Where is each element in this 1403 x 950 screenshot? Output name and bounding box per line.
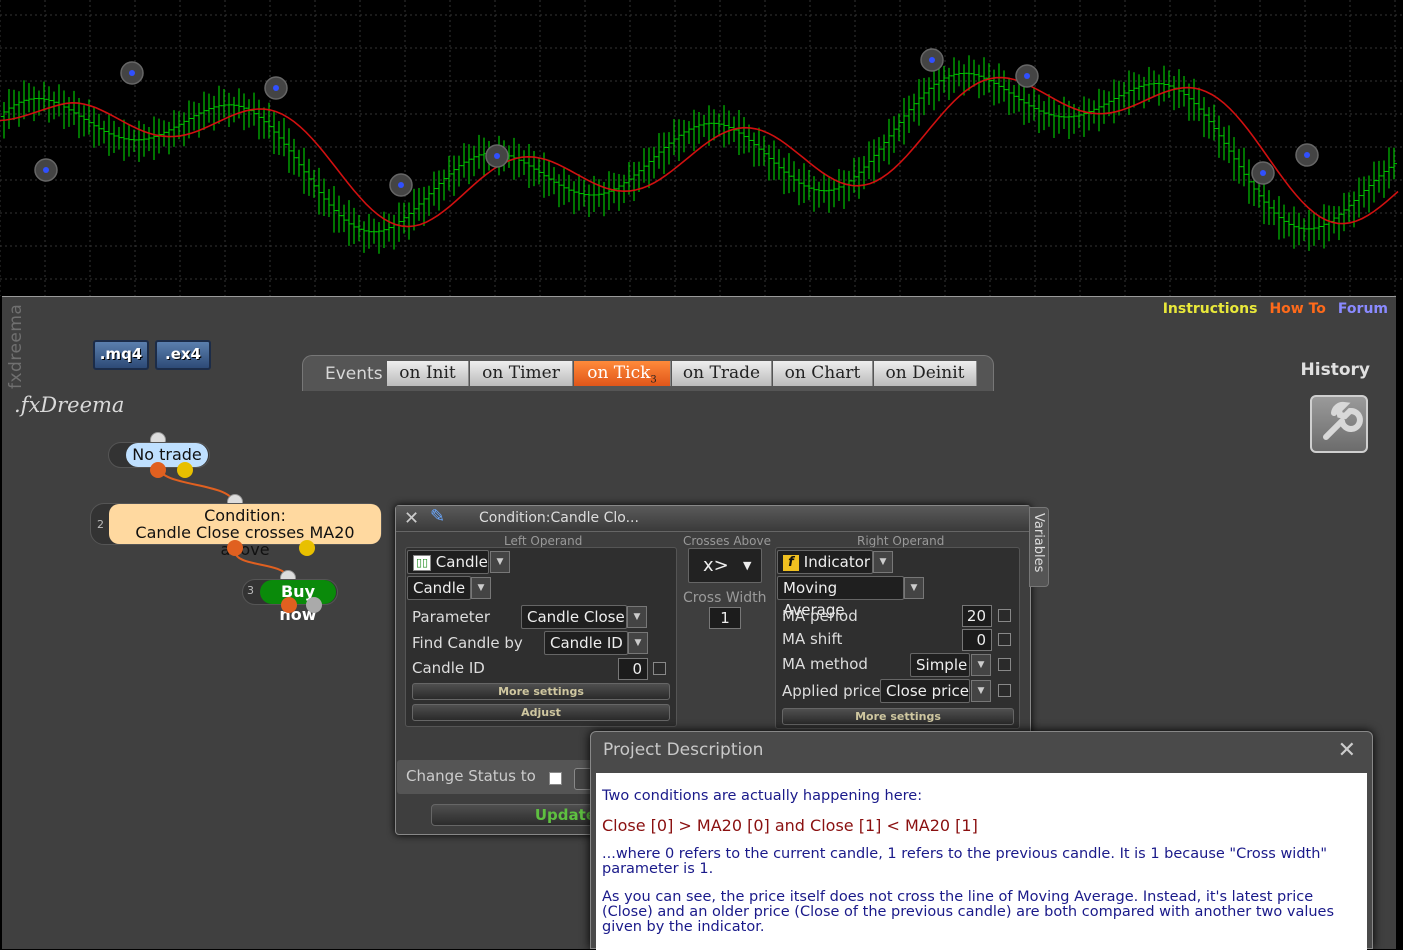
ma-period-input[interactable]: 20 bbox=[962, 605, 992, 627]
block-number: 2 bbox=[97, 518, 104, 531]
right-type-select[interactable]: f Indicator bbox=[777, 550, 873, 574]
output-connector-orange[interactable] bbox=[150, 462, 166, 478]
wrench-icon[interactable] bbox=[1310, 395, 1368, 453]
description-para-3: As you can see, the price itself does no… bbox=[602, 889, 1335, 935]
project-body: Two conditions are actually happening he… bbox=[596, 773, 1367, 950]
tab-on-deinit[interactable]: on Deinit bbox=[874, 361, 977, 386]
ma-method-label: MA method bbox=[782, 655, 868, 673]
left-subtype-select[interactable]: Candle bbox=[407, 576, 471, 600]
description-formula: Close [0] > MA20 [0] and Close [1] < MA2… bbox=[602, 816, 978, 835]
change-status-checkbox[interactable] bbox=[549, 772, 562, 785]
chevron-down-icon[interactable]: ▼ bbox=[628, 632, 648, 654]
block-number: 3 bbox=[247, 584, 254, 597]
howto-link[interactable]: How To bbox=[1269, 301, 1325, 317]
adjust-button[interactable]: Adjust bbox=[412, 704, 670, 721]
tab-badge: 3 bbox=[650, 374, 657, 386]
left-more-settings-button[interactable]: More settings bbox=[412, 683, 670, 700]
chevron-down-icon: ▼ bbox=[743, 559, 752, 572]
candle-id-checkbox[interactable] bbox=[653, 662, 666, 675]
tab-on-timer[interactable]: on Timer bbox=[470, 361, 573, 386]
applied-price-select[interactable]: Close price bbox=[880, 679, 970, 703]
chevron-down-icon[interactable]: ▼ bbox=[627, 606, 647, 628]
chevron-down-icon[interactable]: ▼ bbox=[904, 577, 924, 599]
cross-width-label: Cross Width bbox=[683, 590, 767, 606]
output-connector-orange[interactable] bbox=[281, 597, 297, 613]
cross-width-input[interactable]: 1 bbox=[709, 607, 741, 629]
history-label[interactable]: History bbox=[1301, 360, 1370, 380]
right-operand-panel: f Indicator ▼ Moving Average ▼ MA period… bbox=[775, 547, 1020, 729]
chevron-down-icon[interactable]: ▼ bbox=[490, 551, 510, 573]
close-icon[interactable]: ✕ bbox=[404, 508, 419, 529]
chevron-down-icon[interactable]: ▼ bbox=[873, 551, 893, 573]
block-no-trade[interactable]: No trade bbox=[126, 443, 208, 467]
tab-on-chart[interactable]: on Chart bbox=[773, 361, 873, 386]
change-status-bar: Change Status to bbox=[397, 760, 597, 794]
block-condition[interactable]: Condition: Candle Close crosses MA20 abo… bbox=[109, 504, 381, 558]
chart-canvas bbox=[0, 0, 1403, 296]
update-button[interactable]: Update bbox=[431, 804, 601, 826]
variables-tab[interactable]: Variables bbox=[1029, 507, 1049, 587]
left-operand-header: Left Operand bbox=[504, 534, 583, 548]
output-connector-yellow[interactable] bbox=[299, 540, 315, 556]
chevron-down-icon[interactable]: ▼ bbox=[471, 577, 491, 599]
project-title: Project Description bbox=[603, 740, 764, 760]
project-description-panel: Project Description ✕ Two conditions are… bbox=[590, 731, 1373, 950]
right-edge bbox=[1396, 296, 1403, 949]
ma-period-checkbox[interactable] bbox=[998, 609, 1011, 622]
left-type-select[interactable]: ▯▯ Candle bbox=[407, 550, 489, 574]
top-links: Instructions How To Forum bbox=[1163, 301, 1388, 317]
description-para-1: Two conditions are actually happening he… bbox=[602, 788, 923, 804]
chevron-down-icon[interactable]: ▼ bbox=[971, 680, 991, 702]
connector-lines bbox=[157, 466, 289, 578]
output-connector-orange[interactable] bbox=[227, 540, 243, 556]
parameter-select[interactable]: Candle Close bbox=[521, 605, 627, 629]
output-connector-gray[interactable] bbox=[306, 597, 322, 613]
dialog-title: Condition:Candle Clo... bbox=[479, 510, 639, 526]
candle-id-input[interactable]: 0 bbox=[618, 658, 648, 680]
instructions-link[interactable]: Instructions bbox=[1163, 301, 1258, 317]
change-status-label: Change Status to bbox=[406, 767, 536, 785]
left-operand-panel: ▯▯ Candle ▼ Candle ▼ Parameter Candle Cl… bbox=[405, 547, 677, 727]
applied-price-checkbox[interactable] bbox=[998, 684, 1011, 697]
find-candle-label: Find Candle by bbox=[412, 634, 523, 652]
close-icon[interactable]: ✕ bbox=[1338, 738, 1356, 763]
operator-select[interactable]: x> ▼ bbox=[688, 548, 762, 583]
ma-shift-input[interactable]: 0 bbox=[962, 629, 992, 651]
forum-link[interactable]: Forum bbox=[1338, 301, 1388, 317]
candle-icon: ▯▯ bbox=[413, 554, 431, 571]
right-more-settings-button[interactable]: More settings bbox=[782, 708, 1014, 725]
price-chart bbox=[0, 0, 1403, 296]
operator-header: Crosses Above bbox=[683, 534, 771, 548]
condition-text: Candle Close crosses MA20 above bbox=[135, 523, 355, 559]
right-operand-header: Right Operand bbox=[857, 534, 945, 548]
right-subtype-select[interactable]: Moving Average bbox=[777, 576, 904, 619]
ma-method-checkbox[interactable] bbox=[998, 658, 1011, 671]
applied-price-label: Applied price bbox=[782, 682, 881, 700]
find-candle-select[interactable]: Candle ID bbox=[544, 631, 628, 655]
dialog-titlebar: ✕ ✎ Condition:Candle Clo... bbox=[396, 506, 1030, 532]
parameter-label: Parameter bbox=[412, 608, 491, 626]
ma-shift-checkbox[interactable] bbox=[998, 633, 1011, 646]
ma-shift-label: MA shift bbox=[782, 630, 843, 648]
chevron-down-icon[interactable]: ▼ bbox=[971, 654, 991, 676]
tab-on-tick[interactable]: on Tick3 bbox=[574, 361, 671, 386]
tab-on-trade[interactable]: on Trade bbox=[672, 361, 772, 386]
output-connector-yellow[interactable] bbox=[177, 462, 193, 478]
ma-method-select[interactable]: Simple bbox=[910, 653, 970, 677]
candle-id-label: Candle ID bbox=[412, 659, 485, 677]
block-buy-now[interactable]: Buy now bbox=[260, 580, 336, 624]
ma-period-label: MA period bbox=[782, 607, 858, 625]
pin-icon[interactable]: ✎ bbox=[430, 506, 445, 527]
function-icon: f bbox=[783, 554, 799, 571]
condition-title: Condition: bbox=[204, 506, 286, 525]
description-para-2: ...where 0 refers to the current candle,… bbox=[602, 846, 1328, 877]
